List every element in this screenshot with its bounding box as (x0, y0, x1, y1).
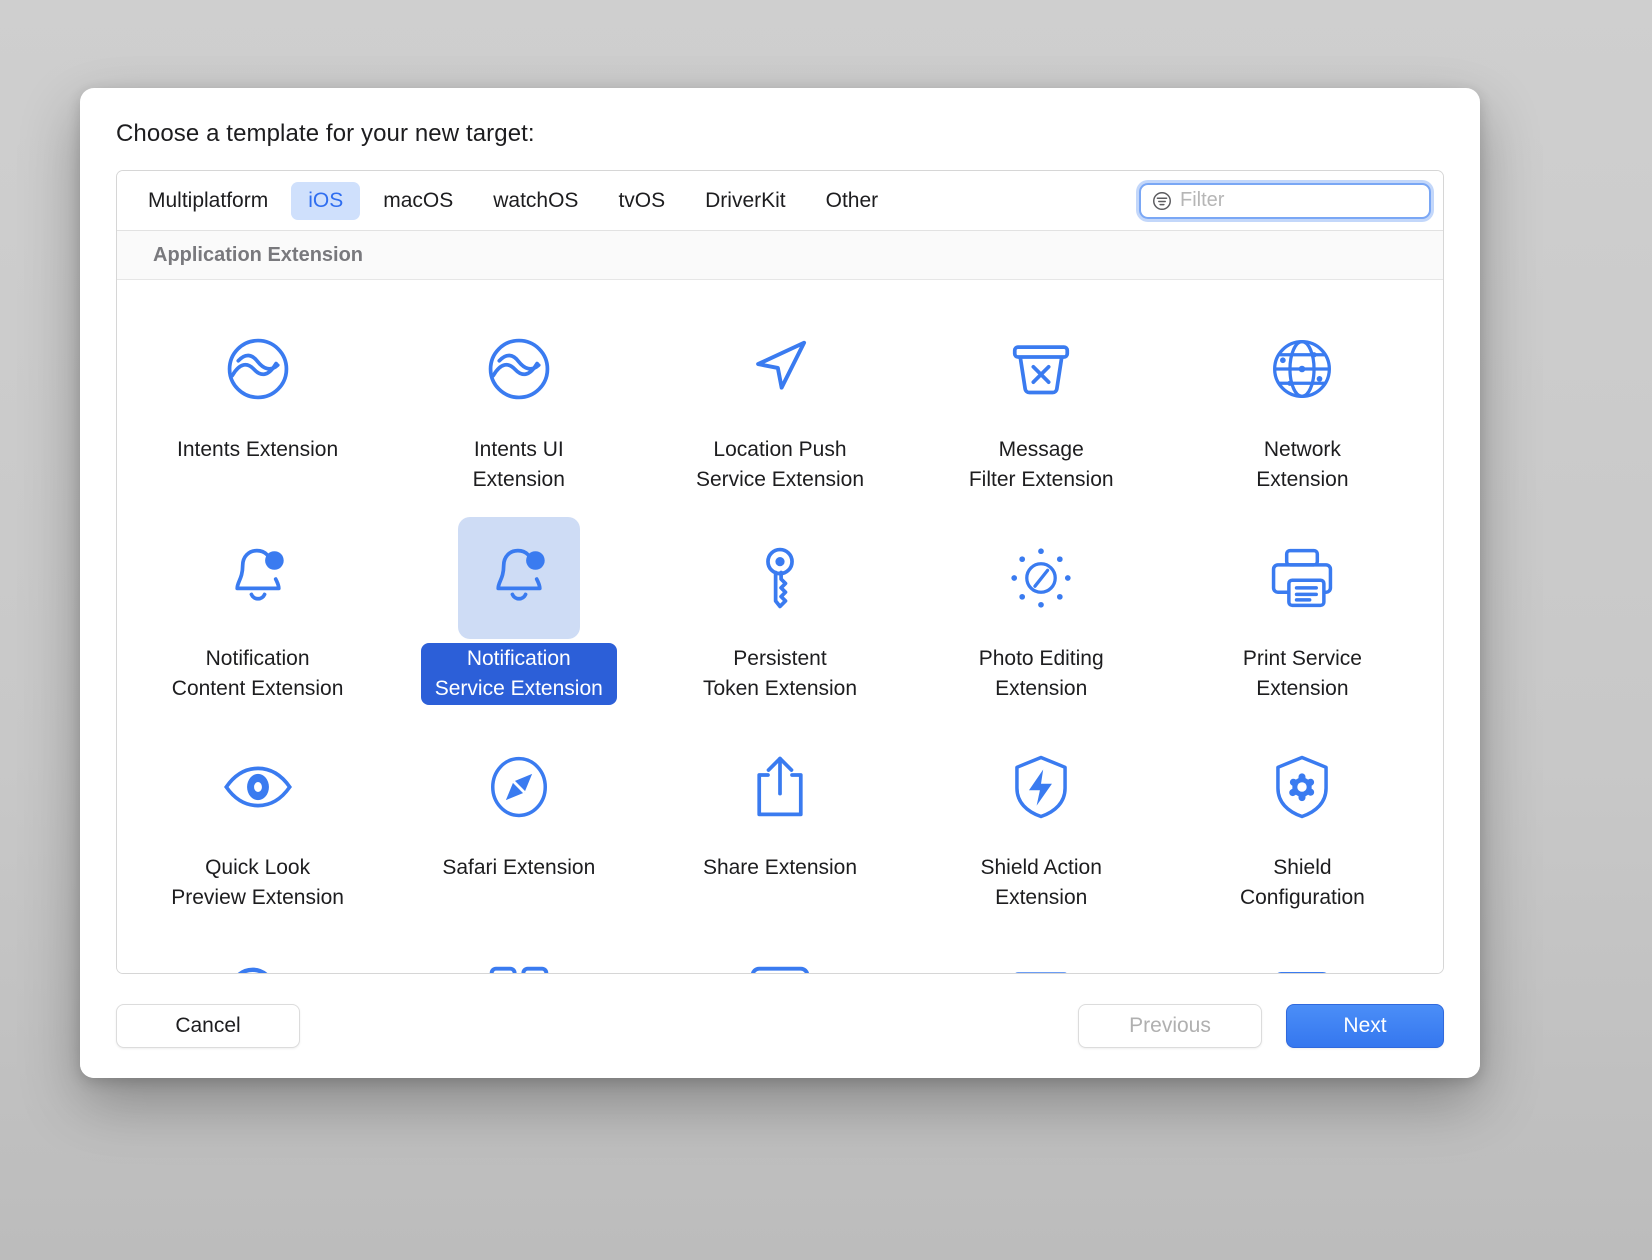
location-arrow-icon (719, 308, 841, 430)
template-item-notification-content-extension[interactable]: Notification Content Extension (127, 503, 388, 712)
template-item-intents-ui-extension[interactable]: Intents UI Extension (388, 294, 649, 503)
template-item-persistent-token-extension[interactable]: Persistent Token Extension (649, 503, 910, 712)
desktop-background: Choose a template for your new target: M… (0, 0, 1652, 1260)
template-item-label: Shield Action Extension (980, 856, 1102, 909)
grid-squares-icon (458, 935, 580, 973)
shield-gear-icon (1241, 726, 1363, 848)
template-item-magnifier-icon[interactable] (127, 921, 388, 973)
template-item-safari-extension[interactable]: Safari Extension (388, 712, 649, 921)
new-target-template-dialog: Choose a template for your new target: M… (80, 88, 1480, 1078)
next-button[interactable]: Next (1286, 1004, 1444, 1048)
template-item-photo-editing-extension[interactable]: Photo Editing Extension (911, 503, 1172, 712)
template-item-label: Share Extension (702, 856, 858, 879)
bell-badge-icon (197, 517, 319, 639)
template-item-label: Persistent Token Extension (702, 647, 858, 700)
tab-tvos[interactable]: tvOS (601, 182, 682, 220)
panel-corner-icon (719, 935, 841, 973)
template-item-label: Intents UI Extension (472, 438, 565, 491)
share-icon (719, 726, 841, 848)
eye-icon (197, 726, 319, 848)
template-item-label: Notification Content Extension (171, 647, 344, 700)
previous-button[interactable]: Previous (1078, 1004, 1262, 1048)
calendar-icon (1241, 935, 1363, 973)
template-item-shield-action-extension[interactable]: Shield Action Extension (911, 712, 1172, 921)
template-item-share-extension[interactable]: Share Extension (649, 712, 910, 921)
template-item-label: Photo Editing Extension (978, 647, 1104, 700)
basket-x-icon (980, 935, 1102, 973)
template-item-grid-squares-icon[interactable] (388, 921, 649, 973)
template-item-shield-configuration[interactable]: Shield Configuration (1172, 712, 1433, 921)
brightness-icon (980, 517, 1102, 639)
template-item-location-push-service-extension[interactable]: Location Push Service Extension (649, 294, 910, 503)
filter-list-icon (1151, 190, 1173, 212)
template-item-label: Shield Configuration (1239, 856, 1365, 909)
section-header-application-extension: Application Extension (117, 231, 1443, 280)
template-item-label: Intents Extension (177, 438, 339, 461)
template-item-label: Message Filter Extension (968, 438, 1114, 491)
tab-ios[interactable]: iOS (291, 181, 361, 220)
template-item-label: Quick Look Preview Extension (171, 856, 344, 909)
template-item-label: Location Push Service Extension (695, 438, 865, 491)
template-item-notification-service-extension[interactable]: Notification Service Extension (388, 503, 649, 712)
template-item-quick-look-preview-extension[interactable]: Quick Look Preview Extension (127, 712, 388, 921)
template-item-panel-corner-icon[interactable] (649, 921, 910, 973)
template-item-label: Notification Service Extension (420, 643, 617, 705)
filter-field[interactable] (1139, 182, 1431, 219)
template-browser-panel: Multiplatform iOS macOS watchOS tvOS DriverKi… (116, 170, 1444, 974)
intents-icon (197, 308, 319, 430)
tab-macos[interactable]: macOS (366, 182, 470, 220)
page-title: Choose a template for your new target: (116, 120, 535, 147)
tab-other[interactable]: Other (809, 182, 896, 220)
key-icon (719, 517, 841, 639)
bell-badge-icon (457, 517, 580, 639)
cancel-button[interactable]: Cancel (116, 1004, 300, 1048)
globe-icon (1241, 308, 1363, 430)
basket-x-icon (980, 308, 1102, 430)
template-item-intents-extension[interactable]: Intents Extension (127, 294, 388, 503)
template-item-message-filter-extension[interactable]: Message Filter Extension (911, 294, 1172, 503)
filter-input[interactable] (1180, 189, 1419, 212)
template-grid: Intents Extension Intents UI Extension L… (117, 280, 1443, 973)
template-item-print-service-extension[interactable]: Print Service Extension (1172, 503, 1433, 712)
template-item-label: Print Service Extension (1242, 647, 1362, 700)
printer-icon (1241, 517, 1363, 639)
tab-multiplatform[interactable]: Multiplatform (131, 182, 285, 220)
tab-driverkit[interactable]: DriverKit (688, 182, 803, 220)
intents-ui-icon (458, 308, 580, 430)
template-item-network-extension[interactable]: Network Extension (1172, 294, 1433, 503)
compass-icon (458, 726, 580, 848)
template-item-label: Safari Extension (442, 856, 596, 879)
shield-bolt-icon (980, 726, 1102, 848)
magnifier-icon (197, 935, 319, 973)
template-item-calendar-icon[interactable] (1172, 921, 1433, 973)
template-item-basket-x-icon[interactable] (911, 921, 1172, 973)
tab-watchos[interactable]: watchOS (476, 182, 595, 220)
dialog-footer: Cancel Previous Next (80, 974, 1480, 1078)
template-grid-scroll[interactable]: Intents Extension Intents UI Extension L… (117, 280, 1443, 973)
template-item-label: Network Extension (1256, 438, 1349, 491)
platform-tabbar: Multiplatform iOS macOS watchOS tvOS DriverKi… (117, 171, 1443, 231)
